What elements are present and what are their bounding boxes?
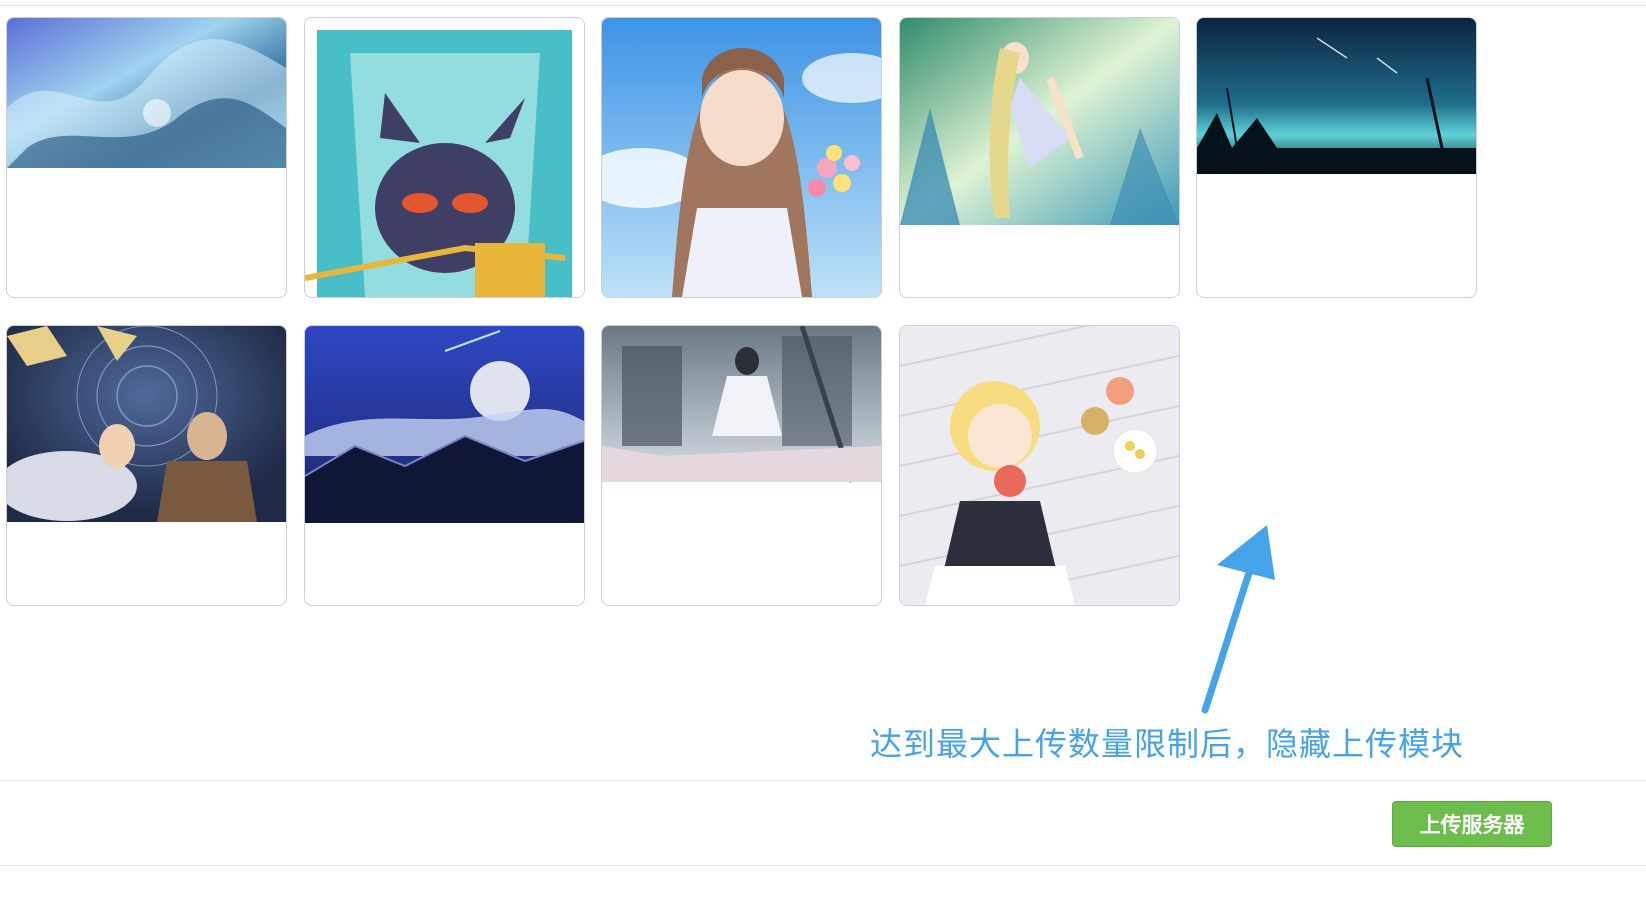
maid-girl-image [900,326,1179,605]
girl-ruins-image [602,326,881,483]
thumbnail-ocean-wave[interactable] [6,17,287,298]
thumbnail-anime-girl-crystal[interactable] [899,17,1180,298]
annotation-text: 达到最大上传数量限制后，隐藏上传模块 [870,725,1465,763]
characters-yak-image [7,326,286,522]
moon-mountains-image [305,326,584,523]
anime-girl-crystal-image [900,18,1179,297]
gengar-image [305,18,584,297]
thumbnail-anime-girl-bouquet[interactable] [601,17,882,298]
ocean-wave-image [7,18,286,168]
thumbnail-girl-ruins[interactable] [601,325,882,606]
top-divider [0,5,1646,6]
annotation-arrow-icon [1201,525,1275,714]
thumbnail-gengar[interactable] [304,17,585,298]
thumbnail-moon-mountains[interactable] [304,325,585,606]
anime-girl-bouquet-image [602,18,881,297]
upload-to-server-button[interactable]: 上传服务器 [1392,801,1552,847]
thumbnail-night-sky[interactable] [1196,17,1477,298]
footer-divider-bottom [0,865,1646,866]
footer-divider-top [0,780,1646,781]
thumbnail-maid-girl[interactable] [899,325,1180,606]
night-sky-image [1197,18,1476,174]
thumbnail-characters-yak[interactable] [6,325,287,606]
